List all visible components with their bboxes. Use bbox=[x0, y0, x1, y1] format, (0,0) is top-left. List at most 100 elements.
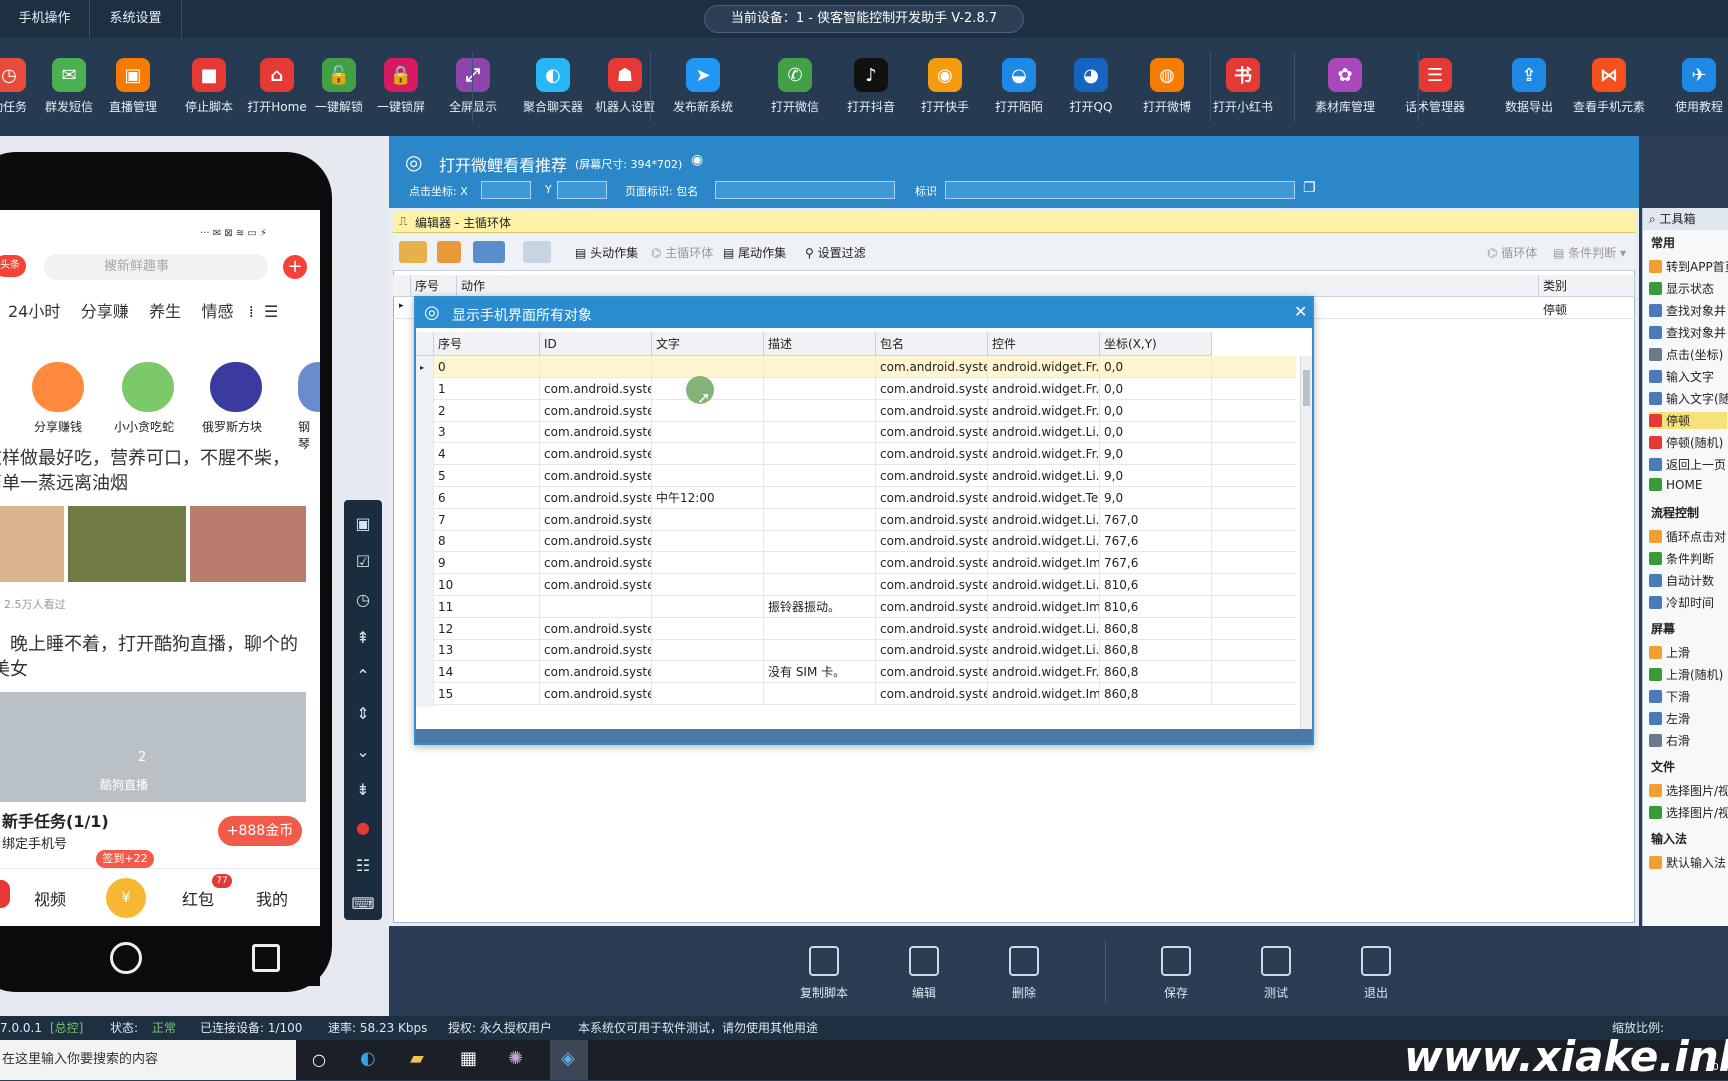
toolbar-button[interactable]: 书打开小红书 bbox=[1204, 50, 1282, 115]
refresh-icon[interactable] bbox=[523, 241, 551, 263]
toolbox-item[interactable]: 下滑 bbox=[1649, 688, 1690, 705]
table-row[interactable]: 10com.android.syste...com.android.syste.… bbox=[416, 574, 1296, 598]
table-row[interactable]: 14com.android.syste...没有 SIM 卡。com.andro… bbox=[416, 661, 1296, 686]
toolbar-button[interactable]: 🔒 一键锁屏 bbox=[362, 50, 440, 115]
phone-tab[interactable]: 情感 bbox=[201, 302, 233, 321]
nav-redpacket[interactable]: 红包 bbox=[182, 886, 214, 910]
test-button[interactable]: 测试 bbox=[1241, 946, 1311, 1001]
task-view-icon[interactable]: ○ bbox=[312, 1050, 326, 1069]
toolbox-item[interactable]: 自动计数 bbox=[1649, 572, 1714, 589]
home-nav-icon[interactable] bbox=[0, 880, 10, 908]
column-header[interactable]: 文字 bbox=[652, 332, 764, 356]
table-row[interactable]: 5com.android.syste...com.android.syste..… bbox=[416, 465, 1296, 489]
filter-button[interactable]: ⚲ 设置过滤 bbox=[805, 244, 866, 261]
table-row[interactable]: 12com.android.syste...com.android.syste.… bbox=[416, 617, 1296, 642]
toolbar-button[interactable]: ⇪ 数据导出 bbox=[1490, 50, 1568, 115]
app-icon[interactable]: ✺ bbox=[508, 1048, 523, 1069]
app-icon-share[interactable] bbox=[32, 362, 84, 412]
scrollbar-thumb[interactable] bbox=[1303, 370, 1310, 406]
table-row[interactable]: 4com.android.syste...com.android.syste..… bbox=[416, 443, 1296, 468]
checkbox-icon[interactable]: ☑ bbox=[344, 544, 382, 580]
toolbar-button[interactable]: ✈ 使用教程 bbox=[1660, 50, 1728, 115]
loop-body-button[interactable]: ⌬ 循环体 bbox=[1487, 244, 1537, 261]
live-thumbnail[interactable] bbox=[0, 692, 306, 802]
mark-input[interactable] bbox=[945, 181, 1295, 199]
table-row[interactable]: 15com.android.syste...com.android.syste.… bbox=[416, 683, 1296, 707]
toolbox-item[interactable]: 停顿(随机) bbox=[1649, 434, 1723, 451]
toolbar-button[interactable]: ◐ 聚合聊天器 bbox=[514, 50, 592, 115]
edge-icon[interactable]: ◐ bbox=[360, 1048, 376, 1069]
toolbox-item[interactable]: 查找对象并 bbox=[1649, 324, 1726, 341]
article-title[interactable]: ，晚上睡不着，打开酷狗直播，聊个的美女 bbox=[0, 632, 308, 682]
toolbox-item[interactable]: 查找对象并 bbox=[1649, 302, 1726, 319]
toolbox-item[interactable]: 上滑(随机) bbox=[1649, 666, 1723, 683]
toolbox-item[interactable]: 左滑 bbox=[1649, 710, 1690, 727]
table-row[interactable]: 2com.android.syste...com.android.syste..… bbox=[416, 399, 1296, 424]
column-header[interactable]: 包名 bbox=[876, 332, 988, 356]
toolbar-button[interactable]: ⤢ 全屏显示 bbox=[434, 50, 512, 115]
toolbar-button[interactable]: ◍ 打开微博 bbox=[1128, 50, 1206, 115]
select-cursor-icon[interactable] bbox=[473, 241, 505, 263]
toolbox-item[interactable]: 点击(坐标) bbox=[1649, 346, 1723, 363]
phone-tab[interactable]: 分享赚 bbox=[81, 302, 129, 321]
swipe-down-icon[interactable]: ⌄ bbox=[344, 734, 382, 770]
swipe-up-icon[interactable]: ⌃ bbox=[344, 658, 382, 694]
page-up-icon[interactable]: ⇞ bbox=[344, 620, 382, 656]
table-row[interactable]: 3com.android.syste...com.android.syste..… bbox=[416, 421, 1296, 446]
active-app-icon[interactable]: ◈ bbox=[550, 1040, 588, 1080]
add-icon[interactable]: + bbox=[283, 255, 307, 279]
toolbar-button[interactable]: ✆ 打开微信 bbox=[756, 50, 834, 115]
store-icon[interactable]: ▦ bbox=[460, 1048, 477, 1069]
toolbox-item[interactable]: 输入文字(随 bbox=[1649, 390, 1728, 407]
toolbar-button[interactable]: ◉ 打开快手 bbox=[906, 50, 984, 115]
eye-icon[interactable]: ◉ bbox=[691, 152, 703, 168]
toolbox-item[interactable]: HOME bbox=[1649, 478, 1702, 492]
chat-icon[interactable]: ☷ bbox=[344, 848, 382, 884]
close-icon[interactable]: ✕ bbox=[1294, 302, 1307, 321]
scrollbar[interactable] bbox=[1300, 356, 1312, 729]
table-row[interactable]: ▸0 com.android.syste...android.widget.Fr.… bbox=[416, 356, 1296, 380]
home-circle-icon[interactable] bbox=[110, 942, 142, 974]
coin-button[interactable]: +888金币 bbox=[218, 816, 302, 846]
tail-actions-button[interactable]: ▤ 尾动作集 bbox=[723, 244, 786, 261]
toolbox-item[interactable]: 返回上一页 bbox=[1649, 456, 1726, 473]
toolbox-item[interactable]: 输入文字 bbox=[1649, 368, 1714, 385]
taskbar-search-input[interactable]: 在这里输入你要搜索的内容 bbox=[0, 1040, 296, 1080]
earn-nav-icon[interactable]: ¥ bbox=[106, 878, 146, 918]
toolbar-button[interactable]: ◒ 打开陌陌 bbox=[980, 50, 1058, 115]
insert-text-icon[interactable] bbox=[399, 241, 427, 263]
column-header[interactable]: 描述 bbox=[764, 332, 876, 356]
toolbar-button[interactable]: ☗ 机器人设置 bbox=[586, 50, 664, 115]
record-icon[interactable]: ● bbox=[344, 810, 382, 846]
copy-script-button[interactable]: 复制脚本 bbox=[789, 946, 859, 1001]
tag-icon[interactable] bbox=[437, 241, 461, 263]
column-header[interactable]: 坐标(X,Y) bbox=[1100, 332, 1212, 356]
tab-system-settings[interactable]: 系统设置 bbox=[90, 0, 182, 38]
toolbox-item[interactable]: 循环点击对 bbox=[1649, 528, 1726, 545]
phone-search-input[interactable]: 搜新鲜趣事 bbox=[44, 254, 268, 280]
app-icon-snake[interactable] bbox=[122, 362, 174, 412]
app-icon-tetris[interactable] bbox=[210, 362, 262, 412]
coord-y-input[interactable] bbox=[557, 181, 607, 199]
toolbox-item[interactable]: 默认输入法 bbox=[1649, 854, 1726, 871]
toolbar-button[interactable]: ▣ 直播管理 bbox=[94, 50, 172, 115]
recents-icon[interactable] bbox=[252, 944, 280, 972]
column-header[interactable]: ID bbox=[540, 332, 652, 356]
toolbar-button[interactable]: ☰ 话术管理器 bbox=[1396, 50, 1474, 115]
toolbox-item[interactable]: 右滑 bbox=[1649, 732, 1690, 749]
toolbox-item[interactable]: 显示状态 bbox=[1649, 280, 1714, 297]
app-icon-piano[interactable] bbox=[298, 362, 320, 412]
table-row[interactable]: 13com.android.syste...com.android.syste.… bbox=[416, 639, 1296, 664]
toolbox-item[interactable]: 冷却时间 bbox=[1649, 594, 1714, 611]
nav-video[interactable]: 视频 bbox=[34, 886, 66, 910]
table-row[interactable]: 8com.android.syste...com.android.syste..… bbox=[416, 530, 1296, 555]
clock-icon[interactable]: ◷ bbox=[344, 582, 382, 618]
column-header[interactable]: 序号 bbox=[434, 332, 540, 356]
save-button[interactable]: 保存 bbox=[1141, 946, 1211, 1001]
column-header[interactable]: 控件 bbox=[988, 332, 1100, 356]
delete-button[interactable]: 删除 bbox=[989, 946, 1059, 1001]
phone-tab[interactable]: 养生 bbox=[149, 302, 181, 321]
tab-phone-ops[interactable]: 手机操作 bbox=[0, 0, 90, 38]
toolbar-button[interactable]: ♪ 打开抖音 bbox=[832, 50, 910, 115]
exit-button[interactable]: 退出 bbox=[1341, 946, 1411, 1001]
